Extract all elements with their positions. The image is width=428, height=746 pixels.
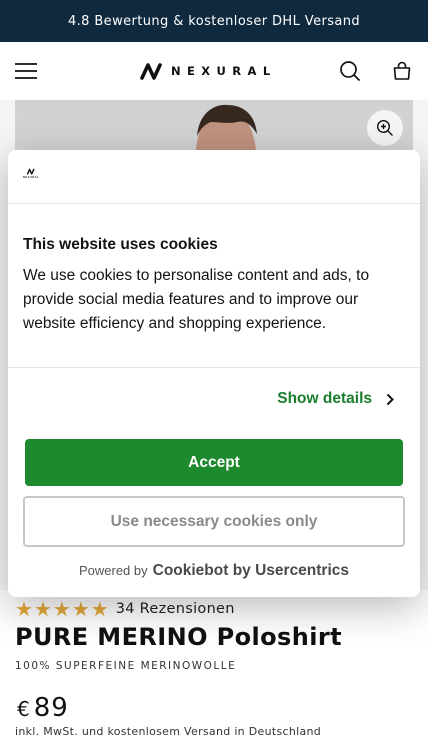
price-value: 89	[33, 693, 69, 723]
necessary-cookies-button[interactable]: Use necessary cookies only	[23, 496, 405, 547]
dialog-body: We use cookies to personalise content an…	[23, 267, 370, 332]
rating-stars: ★ ★ ★ ★ ★	[15, 599, 110, 619]
dialog-logo: NEXURAL	[23, 168, 39, 179]
logo-mark-icon	[26, 168, 35, 175]
product-subtitle: 100% SUPERFEINE MERINOWOLLE	[15, 660, 237, 672]
powered-prefix: Powered by	[78, 563, 148, 578]
star-icon: ★	[90, 597, 109, 621]
chevron-right-icon	[386, 393, 394, 405]
bag-icon[interactable]	[389, 58, 415, 84]
show-details-link[interactable]: Show details	[277, 390, 394, 408]
cookie-dialog: NEXURAL This website uses cookies We use…	[8, 150, 420, 597]
star-icon: ★	[52, 597, 71, 621]
powered-by[interactable]: Powered by Cookiebot by Usercentrics	[8, 562, 420, 580]
star-icon: ★	[33, 597, 52, 621]
show-details-label: Show details	[277, 390, 372, 407]
product-info: ★ ★ ★ ★ ★ 34 Rezensionen PURE MERINO Pol…	[0, 590, 428, 746]
site-header: NEXURAL	[0, 42, 428, 100]
announcement-text: 4.8 Bewertung & kostenloser DHL Versand	[67, 13, 361, 29]
divider	[8, 367, 420, 368]
price-currency: €	[17, 697, 31, 721]
menu-icon[interactable]	[13, 58, 39, 84]
product-price: € 89	[17, 693, 69, 723]
logo-mark-icon	[140, 63, 162, 80]
review-count[interactable]: 34 Rezensionen	[116, 601, 235, 617]
dialog-title: This website uses cookies	[23, 236, 218, 253]
page: 4.8 Bewertung & kostenloser DHL Versand …	[0, 0, 428, 746]
rating-row[interactable]: ★ ★ ★ ★ ★ 34 Rezensionen	[15, 599, 235, 619]
star-icon: ★	[71, 597, 90, 621]
tax-note: inkl. MwSt. und kostenlosem Versand in D…	[15, 725, 322, 738]
dialog-logo-text: NEXURAL	[23, 176, 40, 179]
search-icon[interactable]	[337, 58, 363, 84]
brand-logo[interactable]: NEXURAL	[139, 60, 277, 82]
brand-name: NEXURAL	[171, 64, 277, 78]
powered-brand: Cookiebot by Usercentrics	[152, 562, 350, 579]
star-icon: ★	[15, 597, 33, 621]
divider	[8, 203, 420, 204]
announcement-bar: 4.8 Bewertung & kostenloser DHL Versand	[0, 0, 428, 42]
accept-button[interactable]: Accept	[25, 439, 403, 486]
product-title: PURE MERINO Poloshirt	[15, 623, 342, 651]
